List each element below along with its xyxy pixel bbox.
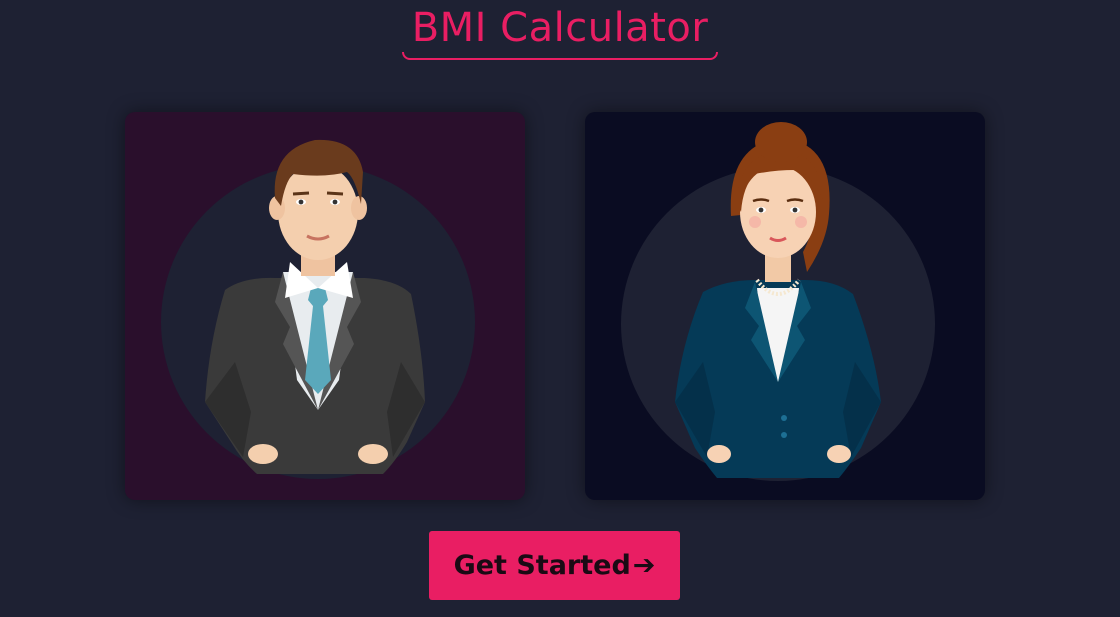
male-option-card[interactable]: [125, 112, 525, 500]
female-option-card[interactable]: [585, 112, 985, 500]
get-started-button[interactable]: Get Started ➔: [429, 531, 680, 600]
man-avatar-icon: [161, 139, 475, 479]
page-title-text: BMI Calculator: [411, 5, 709, 51]
title-underline: [401, 52, 719, 60]
get-started-label: Get Started: [453, 550, 631, 581]
header: BMI Calculator: [0, 0, 1120, 60]
page-title: BMI Calculator: [401, 5, 719, 60]
arrow-right-icon: ➔: [632, 550, 656, 581]
woman-avatar-icon: [621, 122, 935, 481]
